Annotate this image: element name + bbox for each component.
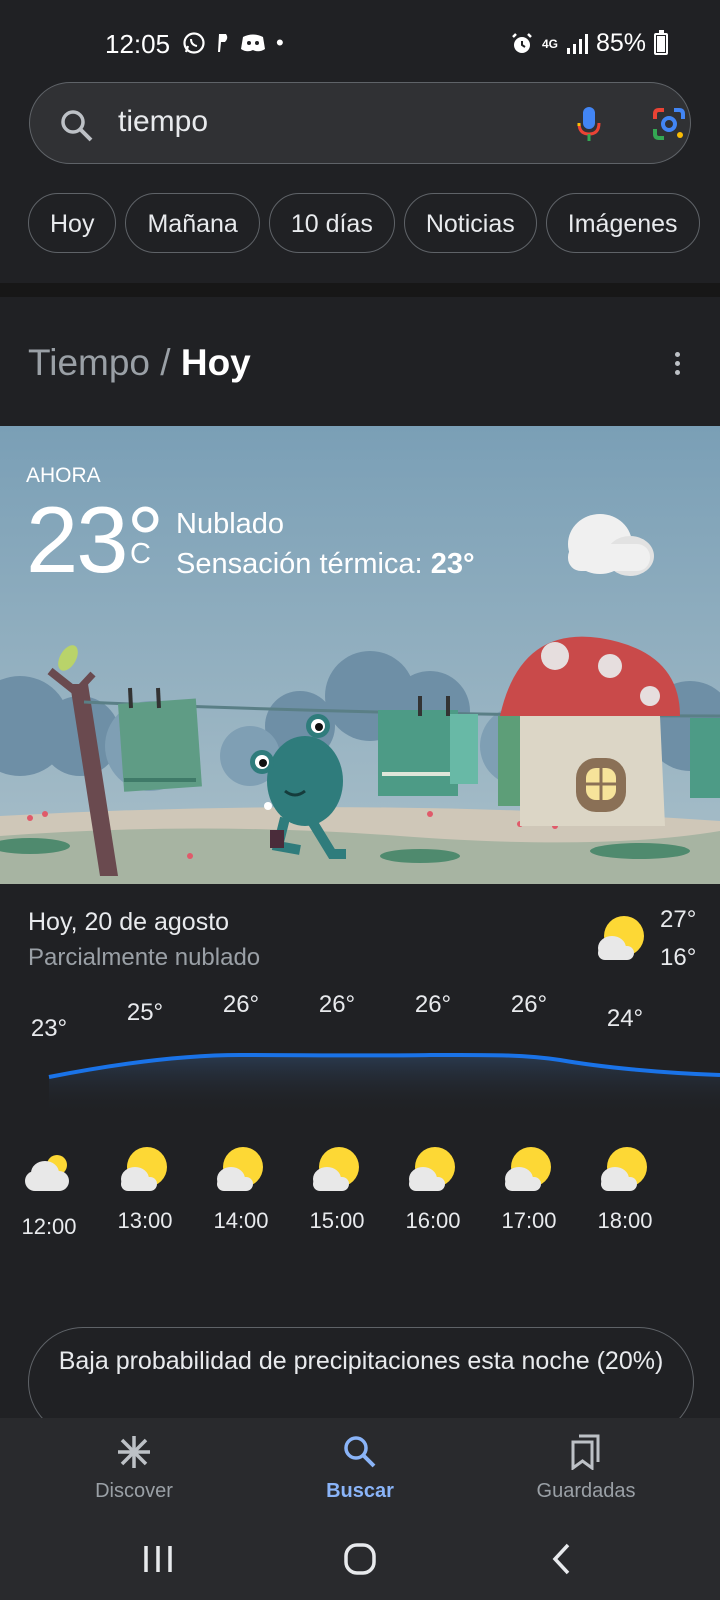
alarm-icon	[512, 32, 532, 53]
partly-cloudy-icon	[601, 1147, 647, 1191]
battery-percent: 85%	[595, 29, 646, 57]
filter-chips: Hoy Mañana 10 días Noticias Imágenes	[28, 193, 720, 255]
hour-temp: 26°	[414, 995, 452, 1018]
hour-item[interactable]: 26° 15:00	[289, 995, 385, 1234]
today-summary: Parcialmente nublado	[28, 944, 261, 971]
hour-item[interactable]: 26° 17:00	[481, 995, 577, 1234]
partly-cloudy-icon	[313, 1147, 359, 1191]
today-date: Hoy, 20 de agosto	[28, 908, 230, 936]
more-notifications-icon: •	[276, 30, 284, 55]
more-options-icon[interactable]	[675, 352, 681, 379]
nav-discover[interactable]: Discover	[44, 1432, 224, 1503]
partly-cloudy-icon	[505, 1147, 551, 1191]
hour-temp: 26°	[510, 995, 548, 1018]
clock: 12:05	[105, 29, 171, 59]
partly-cloudy-icon	[409, 1147, 455, 1191]
partly-cloudy-icon	[217, 1147, 263, 1191]
notification-app-icon	[218, 34, 228, 52]
google-lens-icon[interactable]	[652, 107, 686, 141]
hour-item[interactable]: 26° 16:00	[385, 995, 481, 1234]
signal-icon	[566, 33, 588, 54]
hour-label: 12:00	[21, 1214, 77, 1239]
search-bar[interactable]: tiempo	[29, 82, 691, 164]
bottom-navigation: Discover Buscar Guardadas	[0, 1418, 720, 1522]
battery-icon	[654, 29, 668, 55]
hour-label: 17:00	[501, 1208, 557, 1233]
hour-item[interactable]: 23° 12:00	[1, 995, 97, 1240]
hour-item[interactable]: 25° 13:00	[97, 995, 193, 1234]
partly-cloudy-icon	[598, 916, 644, 960]
microphone-icon[interactable]	[575, 105, 603, 143]
temperature-unit[interactable]: C	[130, 538, 151, 571]
discord-icon	[241, 34, 265, 52]
hour-label: 18:00	[597, 1208, 653, 1233]
hour-temp: 25°	[126, 999, 164, 1026]
hour-temp: 24°	[606, 1005, 644, 1032]
network-4g-icon: 4G	[541, 36, 558, 51]
bookmark-icon	[571, 1434, 600, 1470]
section-divider	[0, 283, 720, 297]
back-icon[interactable]	[550, 1542, 572, 1576]
feels-like-label: Sensación térmica:	[176, 548, 423, 580]
system-navigation-bar	[0, 1522, 720, 1600]
chip-manana[interactable]: Mañana	[125, 193, 260, 253]
hour-label: 15:00	[309, 1208, 365, 1233]
hour-label: 13:00	[117, 1208, 173, 1233]
nav-saved[interactable]: Guardadas	[496, 1432, 676, 1503]
breadcrumb-separator: /	[160, 342, 171, 383]
chip-hoy[interactable]: Hoy	[28, 193, 117, 253]
chip-10-dias[interactable]: 10 días	[268, 193, 395, 253]
recent-apps-icon[interactable]	[142, 1544, 174, 1574]
feels-like: Sensación térmica: 23°	[176, 548, 475, 581]
today-low: 16°	[660, 944, 697, 971]
current-condition: Nublado	[176, 508, 285, 540]
hour-temp: 26°	[222, 995, 260, 1018]
hour-label: 14:00	[213, 1208, 269, 1233]
hour-item[interactable]: 24° 18:00	[577, 995, 673, 1234]
status-bar: 12:05 • 4G 85%	[0, 0, 720, 80]
hour-temp: 26°	[318, 995, 356, 1018]
chip-imagenes[interactable]: Imágenes	[545, 193, 700, 253]
weather-illustration: AHORA 23° C Nublado Sensación térmica: 2…	[0, 426, 720, 884]
hour-item[interactable]: 26° 14:00	[193, 995, 289, 1234]
partly-cloudy-icon	[121, 1147, 167, 1191]
hourly-forecast[interactable]: 23° 12:00 25° 13:00 26° 14:00 26° 15:00 …	[0, 995, 720, 1305]
home-icon[interactable]	[343, 1542, 377, 1576]
feels-like-value: 23°	[430, 548, 475, 580]
cloudy-icon	[25, 1155, 69, 1191]
nav-search-label: Buscar	[326, 1480, 394, 1502]
today-high: 27°	[660, 906, 697, 933]
nav-discover-label: Discover	[95, 1480, 173, 1502]
asterisk-icon	[118, 1436, 150, 1468]
breadcrumb-current: Hoy	[180, 342, 251, 383]
search-icon	[61, 110, 93, 142]
nav-search[interactable]: Buscar	[270, 1432, 450, 1503]
now-label: AHORA	[26, 464, 101, 487]
breadcrumb-tiempo[interactable]: Tiempo	[28, 342, 150, 383]
hour-temp: 23°	[30, 1015, 68, 1042]
nav-saved-label: Guardadas	[536, 1480, 636, 1502]
whatsapp-icon	[183, 32, 205, 54]
chip-noticias[interactable]: Noticias	[403, 193, 537, 253]
search-query[interactable]: tiempo	[118, 105, 208, 139]
hour-label: 16:00	[405, 1208, 461, 1233]
page-title: Tiempo / Hoy	[28, 342, 251, 384]
search-icon	[344, 1436, 376, 1468]
